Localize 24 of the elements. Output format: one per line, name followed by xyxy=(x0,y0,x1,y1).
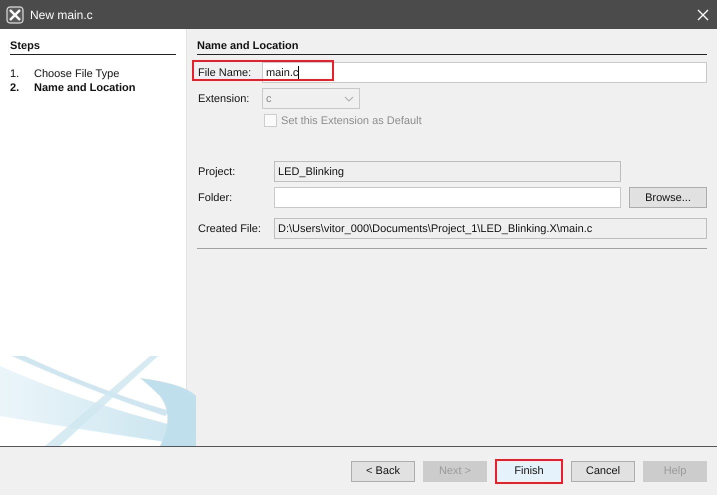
step-label: Choose File Type xyxy=(34,67,120,81)
field-label: Folder: xyxy=(197,192,234,204)
checkbox-label: Set this Extension as Default xyxy=(281,114,422,126)
chevron-icon xyxy=(344,96,354,102)
browse-button[interactable]: Browse... xyxy=(629,187,707,208)
dialog-button[interactable]: Finish xyxy=(495,458,563,484)
step-label: Name and Location xyxy=(34,81,136,95)
project-field: LED_Blinking xyxy=(274,161,621,182)
step-number: 1. xyxy=(10,67,20,81)
dialog-button[interactable]: Cancel xyxy=(571,460,635,482)
window-title: New main.c xyxy=(30,8,94,22)
field-label: Created File: xyxy=(197,222,262,234)
input-field[interactable]: main.c xyxy=(262,62,707,83)
field-label: Project: xyxy=(197,166,236,178)
close-icon[interactable] xyxy=(697,8,709,20)
field-label: File Name: xyxy=(197,66,252,78)
panel-heading: Name and Location xyxy=(197,40,707,55)
dialog-button[interactable]: < Back xyxy=(351,460,415,482)
app-icon xyxy=(6,6,24,24)
input-field[interactable] xyxy=(274,187,621,208)
step-number: 2. xyxy=(10,81,20,95)
field-label: Extension: xyxy=(197,92,250,104)
created-file-field: D:\Users\vitor_000\Documents\Project_1\LED_Blinking.X\main.c xyxy=(274,218,707,239)
steps-heading: Steps xyxy=(10,40,176,55)
